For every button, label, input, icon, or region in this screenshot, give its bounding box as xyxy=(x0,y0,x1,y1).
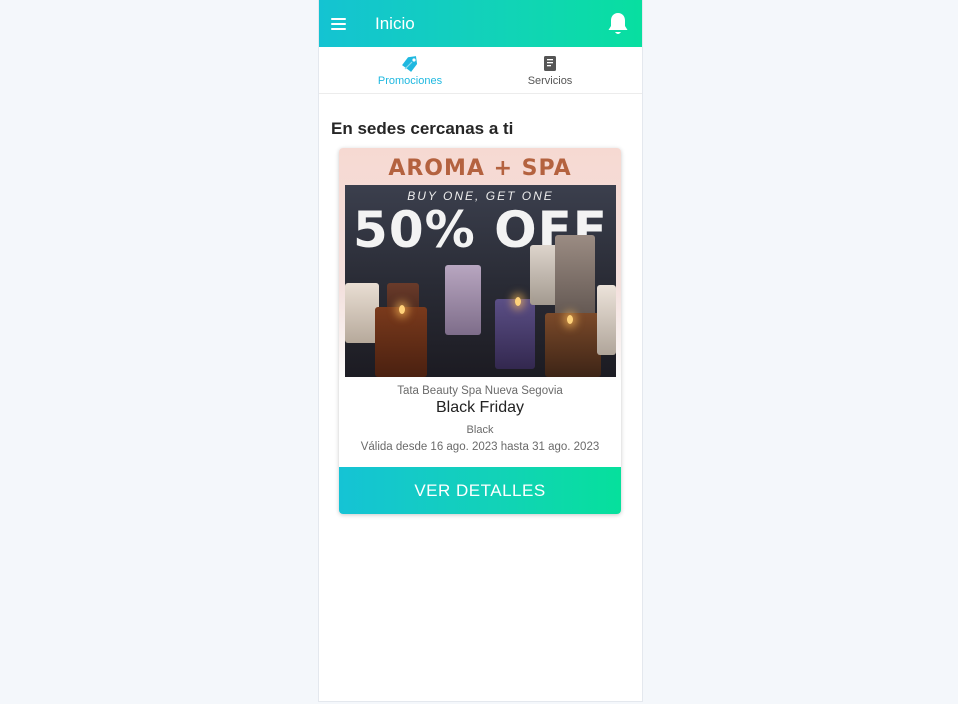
tab-servicios[interactable]: Servicios xyxy=(495,47,605,93)
tab-label: Promociones xyxy=(377,75,443,87)
hamburger-menu-icon[interactable] xyxy=(329,12,353,36)
bell-icon[interactable] xyxy=(606,11,630,37)
promo-validity: Válida desde 16 ago. 2023 hasta 31 ago. … xyxy=(360,441,600,453)
promo-image-brand: AROMA + SPA xyxy=(388,156,572,181)
ver-detalles-button[interactable]: VER DETALLES xyxy=(339,467,621,514)
store-name: Tata Beauty Spa Nueva Segovia xyxy=(397,385,563,397)
promo-card[interactable]: AROMA + SPA BUY ONE, GET ONE 50% OFF Tat… xyxy=(339,148,621,514)
page-title: Inicio xyxy=(375,14,415,33)
candles-photo: BUY ONE, GET ONE 50% OFF xyxy=(345,185,616,377)
promo-details: Tata Beauty Spa Nueva Segovia Black Frid… xyxy=(339,380,621,467)
tab-bar: Promociones Servicios xyxy=(319,47,642,94)
top-app-bar: Inicio xyxy=(319,0,642,47)
promo-image[interactable]: AROMA + SPA BUY ONE, GET ONE 50% OFF xyxy=(339,148,621,380)
tab-promociones[interactable]: Promociones xyxy=(355,47,465,93)
app-screen: Inicio Promociones Servicios En sedes ce… xyxy=(318,0,643,702)
promo-title: Black Friday xyxy=(435,399,525,416)
promo-subtitle: Black xyxy=(466,424,494,436)
section-title: En sedes cercanas a ti xyxy=(331,119,514,138)
tag-icon xyxy=(400,55,420,73)
tab-label: Servicios xyxy=(527,75,573,87)
document-icon xyxy=(540,55,560,73)
